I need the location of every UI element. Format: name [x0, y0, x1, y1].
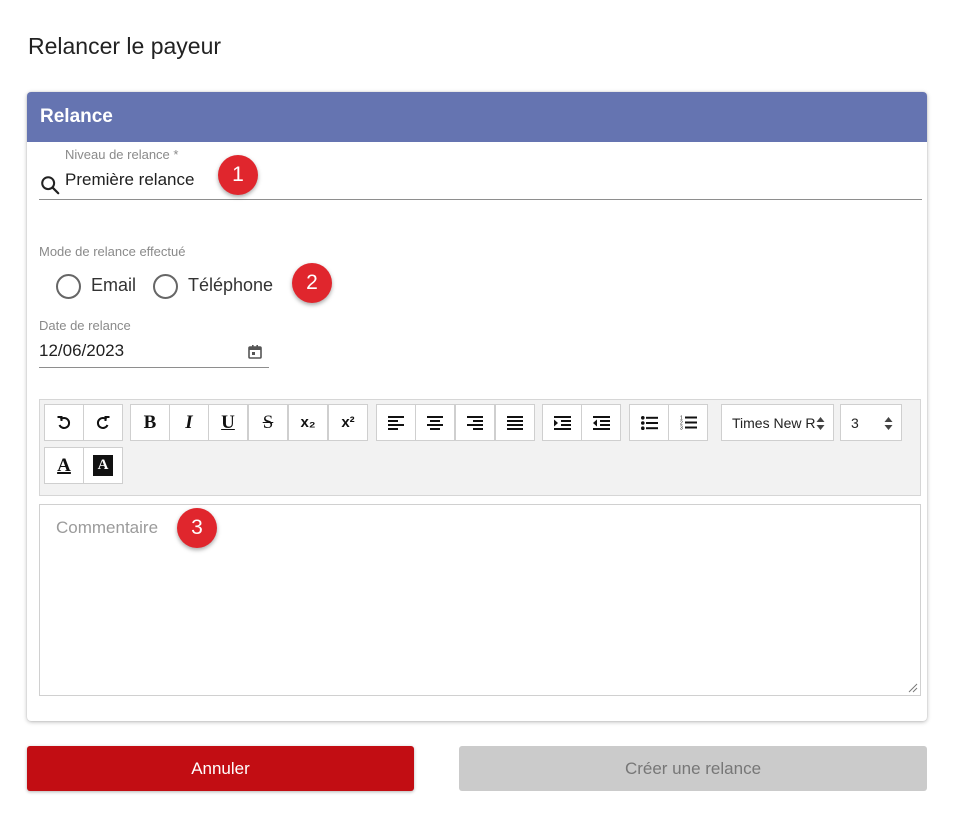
comment-editor[interactable]: Commentaire — [39, 504, 921, 696]
radio-telephone-label[interactable]: Téléphone — [188, 275, 273, 296]
superscript-button[interactable]: x² — [328, 404, 368, 441]
annotation-badge-2: 2 — [292, 263, 332, 303]
redo-button[interactable] — [83, 404, 123, 441]
radio-email[interactable] — [56, 274, 81, 299]
level-field-underline — [39, 199, 922, 200]
font-size-value: 3 — [851, 414, 859, 431]
level-field-label: Niveau de relance * — [65, 147, 179, 162]
subscript-button[interactable]: x₂ — [288, 404, 328, 441]
resize-handle-icon[interactable] — [908, 683, 918, 693]
search-icon[interactable] — [39, 174, 61, 196]
radio-telephone[interactable] — [153, 274, 178, 299]
align-center-icon — [427, 415, 443, 430]
bold-button[interactable]: B — [130, 404, 170, 441]
cancel-button[interactable]: Annuler — [27, 746, 414, 791]
card-header: Relance — [27, 92, 927, 142]
comment-placeholder: Commentaire — [56, 518, 159, 537]
editor-toolbar: B I U S x₂ x² 1 2 3 Times New R 3 A A — [39, 399, 921, 496]
radio-email-label[interactable]: Email — [91, 275, 136, 296]
numbered-list-icon: 1 2 3 — [680, 416, 697, 431]
italic-button[interactable]: I — [169, 404, 209, 441]
bullet-list-icon — [640, 415, 658, 430]
underline-button[interactable]: U — [208, 404, 248, 441]
indent-button[interactable] — [542, 404, 582, 441]
outdent-icon — [592, 415, 610, 430]
card-header-title: Relance — [40, 106, 113, 127]
select-arrows-icon — [884, 417, 893, 430]
justify-icon — [507, 415, 523, 430]
page-title: Relancer le payeur — [28, 33, 222, 59]
svg-text:3: 3 — [680, 426, 683, 431]
annotation-badge-3: 3 — [177, 508, 217, 548]
calendar-icon[interactable] — [247, 344, 263, 360]
align-right-icon — [467, 415, 483, 430]
undo-icon — [57, 415, 70, 429]
font-size-select[interactable]: 3 — [840, 404, 902, 441]
strikethrough-button[interactable]: S — [248, 404, 288, 441]
justify-button[interactable] — [495, 404, 535, 441]
highlight-color-label: A — [92, 455, 114, 476]
mode-field-label: Mode de relance effectué — [39, 244, 186, 259]
font-color-button[interactable]: A — [44, 447, 84, 484]
date-field-label: Date de relance — [39, 318, 131, 333]
numbered-list-button[interactable]: 1 2 3 — [668, 404, 708, 441]
font-family-value: Times New R — [732, 414, 816, 431]
date-field-underline — [39, 367, 269, 368]
indent-icon — [553, 415, 571, 430]
date-field-value[interactable]: 12/06/2023 — [39, 341, 124, 361]
undo-button[interactable] — [44, 404, 84, 441]
highlight-color-button[interactable]: A — [83, 447, 123, 484]
level-field-value[interactable]: Première relance — [65, 170, 194, 190]
annotation-badge-1: 1 — [218, 155, 258, 195]
align-left-icon — [388, 415, 404, 430]
align-center-button[interactable] — [415, 404, 455, 441]
align-right-button[interactable] — [455, 404, 495, 441]
outdent-button[interactable] — [581, 404, 621, 441]
relance-card: Relance Niveau de relance * Première rel… — [27, 92, 927, 721]
select-arrows-icon — [816, 417, 825, 430]
align-left-button[interactable] — [376, 404, 416, 441]
bullet-list-button[interactable] — [629, 404, 669, 441]
font-family-select[interactable]: Times New R — [721, 404, 834, 441]
create-reminder-button[interactable]: Créer une relance — [459, 746, 927, 791]
redo-icon — [97, 415, 110, 429]
